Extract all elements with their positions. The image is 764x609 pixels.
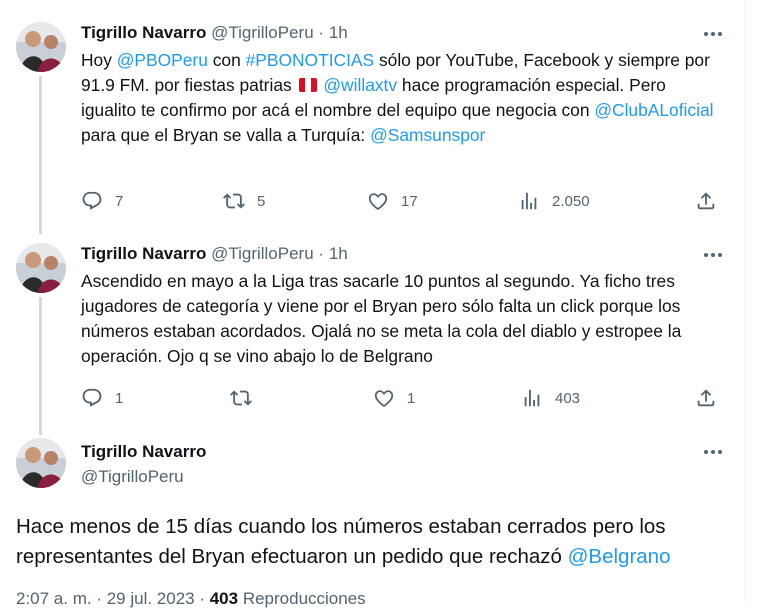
views-button[interactable]: 2.050	[518, 189, 590, 213]
thread-line	[39, 76, 42, 234]
author-handle[interactable]: @TigrilloPeru	[211, 23, 314, 42]
retweet-icon	[230, 390, 252, 406]
like-count: 1	[407, 389, 416, 407]
like-icon	[374, 390, 394, 407]
tweet[interactable]: Tigrillo Navarro @TigrilloPeru · 1h Hoy …	[0, 22, 745, 234]
author-name[interactable]: Tigrillo Navarro	[81, 441, 206, 463]
tweet-text: Ascendido en mayo a la Liga tras sacarle…	[81, 271, 682, 366]
mention-link[interactable]: @Samsunspor	[370, 125, 485, 145]
more-icon[interactable]	[701, 442, 725, 462]
views-count: 403	[555, 389, 581, 407]
mention-link[interactable]: @ClubALoficial	[594, 100, 713, 120]
like-button[interactable]: 17	[367, 189, 418, 213]
tweet-actions: 7 5 17 2.050	[81, 189, 721, 213]
retweet-count: 5	[257, 192, 266, 210]
hashtag-link[interactable]: #PBONOTICIAS	[246, 50, 375, 70]
like-count: 17	[401, 192, 418, 210]
peru-flag-emoji	[298, 78, 317, 92]
views-button[interactable]: 403	[521, 386, 580, 410]
author-handle[interactable]: @TigrilloPeru	[81, 466, 184, 488]
text-segment: con	[207, 50, 246, 70]
separator: ·	[318, 244, 325, 263]
tweet-header: Tigrillo Navarro @TigrilloPeru · 1h	[81, 243, 348, 265]
views-icon	[521, 192, 537, 210]
avatar[interactable]	[16, 22, 66, 72]
reply-icon	[82, 191, 102, 210]
avatar[interactable]	[16, 243, 66, 293]
more-icon[interactable]	[701, 245, 725, 265]
tweet-header: Tigrillo Navarro @TigrilloPeru · 1h	[81, 22, 348, 44]
share-icon	[697, 192, 715, 210]
reply-count: 1	[115, 389, 124, 407]
tweet-actions: 1 1 403	[81, 386, 721, 410]
tweet-text: Hoy @PBOPeru con #PBONOTICIAS sólo por Y…	[81, 48, 721, 148]
mention-link[interactable]: @willaxtv	[323, 75, 397, 95]
like-button[interactable]: 1	[373, 386, 415, 410]
reply-count: 7	[115, 192, 124, 210]
avatar[interactable]	[16, 438, 66, 488]
share-button[interactable]	[695, 189, 717, 213]
views-icon	[524, 389, 540, 407]
thread-line	[39, 297, 42, 435]
reply-button[interactable]: 7	[81, 189, 123, 213]
text-segment: Hoy	[81, 50, 117, 70]
tweet-text: Hace menos de 15 días cuando los números…	[16, 512, 731, 572]
views-count: 2.050	[552, 192, 590, 210]
retweet-icon	[223, 193, 245, 209]
more-icon[interactable]	[701, 24, 725, 44]
mention-link[interactable]: @Belgrano	[568, 545, 671, 568]
separator: ·	[318, 23, 325, 42]
mention-link[interactable]: @PBOPeru	[117, 50, 208, 70]
retweet-button[interactable]: 5	[223, 189, 265, 213]
share-icon	[697, 389, 715, 407]
timestamp[interactable]: 1h	[329, 244, 348, 263]
timestamp[interactable]: 1h	[329, 23, 348, 42]
tweet[interactable]: Tigrillo Navarro @TigrilloPeru · 1h Asce…	[0, 243, 745, 435]
meta-views: 403	[209, 589, 239, 608]
timeline: Tigrillo Navarro @TigrilloPeru · 1h Hoy …	[0, 0, 746, 608]
like-icon	[368, 193, 388, 210]
author-name[interactable]: Tigrillo Navarro	[81, 244, 206, 263]
reply-button[interactable]: 1	[81, 386, 123, 410]
main-tweet[interactable]: Tigrillo Navarro @TigrilloPeru Hace meno…	[0, 438, 745, 601]
author-handle[interactable]: @TigrilloPeru	[211, 244, 314, 263]
meta-time[interactable]: 2:07 a. m. · 29 jul. 2023 ·	[16, 589, 210, 608]
text-segment: para que el Bryan se valla a Turquía:	[81, 125, 371, 145]
tweet-meta: 2:07 a. m. · 29 jul. 2023 · 403 Reproduc…	[16, 589, 366, 609]
retweet-button[interactable]	[230, 386, 252, 410]
author-name[interactable]: Tigrillo Navarro	[81, 23, 206, 42]
reply-icon	[82, 388, 102, 407]
share-button[interactable]	[695, 386, 717, 410]
meta-views-label: Reproducciones	[238, 589, 366, 608]
